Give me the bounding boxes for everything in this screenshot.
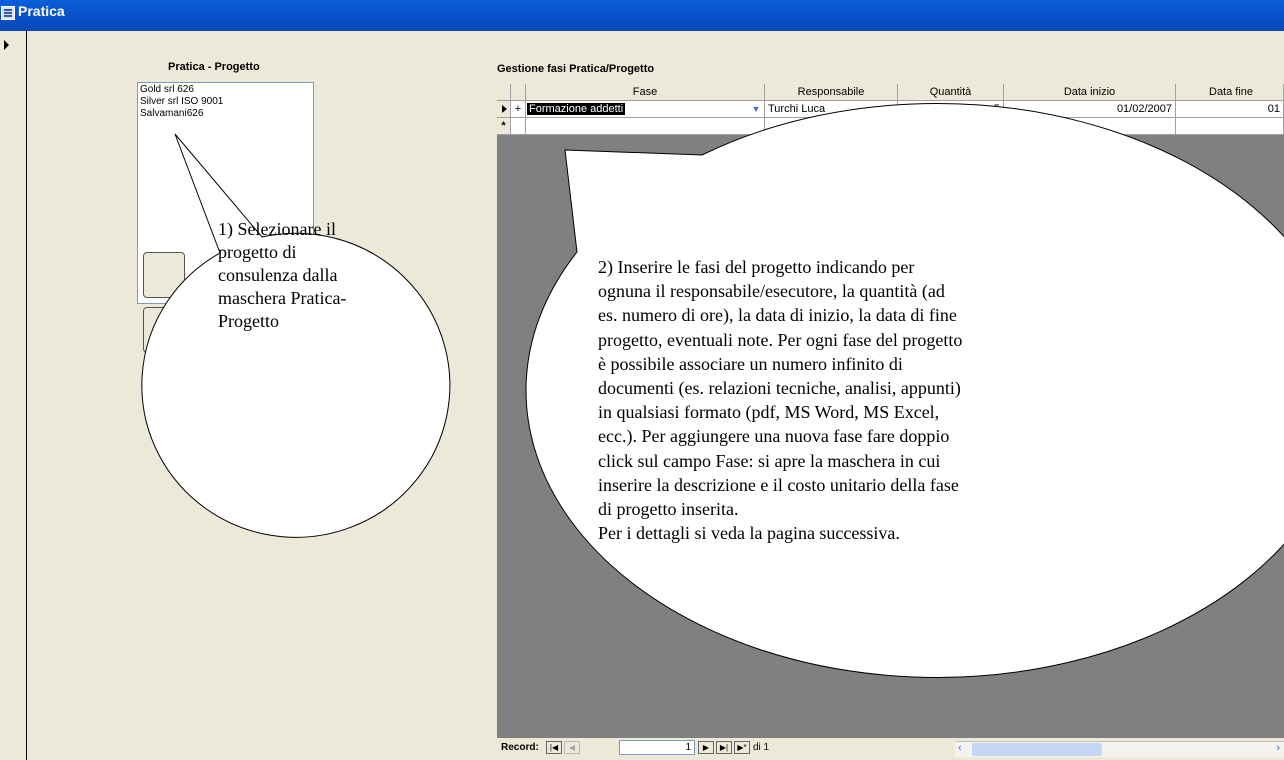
callout-2-line: in qualsiasi formato (pdf, MS Word, MS E… <box>598 402 940 423</box>
callout-2-line: 2) Inserire le fasi del progetto indican… <box>598 257 915 277</box>
callout-2-line: es. numero di ore), la data di inizio, l… <box>598 305 957 326</box>
callout-1-line: consulenza dalla <box>218 265 338 285</box>
callout-2-line: di progetto inserita. <box>598 499 739 520</box>
callout-2-line: è possibile associare un numero infinito… <box>598 353 903 374</box>
callout-2-text: 2) Inserire le fasi del progetto indican… <box>598 255 962 545</box>
callout-2-line: inserire la descrizione e il costo unita… <box>598 474 959 495</box>
callout-2-line: Per i dettagli si veda la pagina success… <box>598 523 900 544</box>
callout-1-line: 1) Selezionare il <box>218 219 336 239</box>
callout-2-line: click sul campo Fase: si apre la mascher… <box>598 450 941 471</box>
callout-2-line: documenti (es. relazioni tecniche, anali… <box>598 378 961 399</box>
callout-2-line: ecc.). Per aggiungere una nuova fase far… <box>598 426 950 447</box>
callout-1-bubble <box>141 133 451 538</box>
callout-2-line: progetto, eventuali note. Per ogni fase … <box>598 329 963 350</box>
callout-1-line: maschera Pratica- <box>218 288 347 308</box>
pratica-window: Pratica Pratica - Progetto Gold srl 626 … <box>0 0 1284 760</box>
callout-1-text: 1) Selezionare il progetto di consulenza… <box>218 218 346 333</box>
callout-1-line: Progetto <box>218 311 279 331</box>
callout-2-line: ognuna il responsabile/esecutore, la qua… <box>598 281 945 302</box>
callout-1-line: progetto di <box>218 242 297 262</box>
